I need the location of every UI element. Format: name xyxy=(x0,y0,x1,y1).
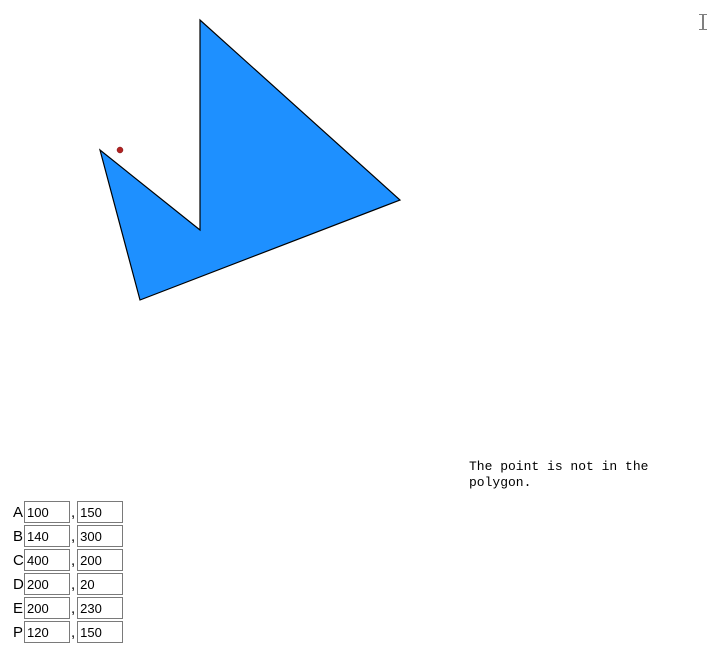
input-a-y[interactable] xyxy=(77,501,123,523)
input-c-x[interactable] xyxy=(24,549,70,571)
label-e: E xyxy=(13,600,24,617)
label-b: B xyxy=(13,528,24,545)
comma: , xyxy=(70,576,77,593)
label-p: P xyxy=(13,624,24,641)
input-e-x[interactable] xyxy=(24,597,70,619)
row-p: P , xyxy=(13,620,123,644)
row-c: C , xyxy=(13,548,123,572)
input-p-y[interactable] xyxy=(77,621,123,643)
test-point-dot xyxy=(117,147,123,153)
status-message: The point is not in the polygon. xyxy=(469,459,659,492)
row-d: D , xyxy=(13,572,123,596)
input-a-x[interactable] xyxy=(24,501,70,523)
comma: , xyxy=(70,528,77,545)
input-c-y[interactable] xyxy=(77,549,123,571)
label-a: A xyxy=(13,504,24,521)
label-c: C xyxy=(13,552,24,569)
input-b-x[interactable] xyxy=(24,525,70,547)
polygon-shape xyxy=(100,20,400,300)
input-b-y[interactable] xyxy=(77,525,123,547)
row-e: E , xyxy=(13,596,123,620)
input-d-y[interactable] xyxy=(77,573,123,595)
coordinate-inputs: A , B , C , D , E , P , xyxy=(13,500,123,644)
comma: , xyxy=(70,552,77,569)
comma: , xyxy=(70,504,77,521)
input-d-x[interactable] xyxy=(24,573,70,595)
row-b: B , xyxy=(13,524,123,548)
label-d: D xyxy=(13,576,24,593)
comma: , xyxy=(70,624,77,641)
row-a: A , xyxy=(13,500,123,524)
input-p-x[interactable] xyxy=(24,621,70,643)
input-e-y[interactable] xyxy=(77,597,123,619)
comma: , xyxy=(70,600,77,617)
